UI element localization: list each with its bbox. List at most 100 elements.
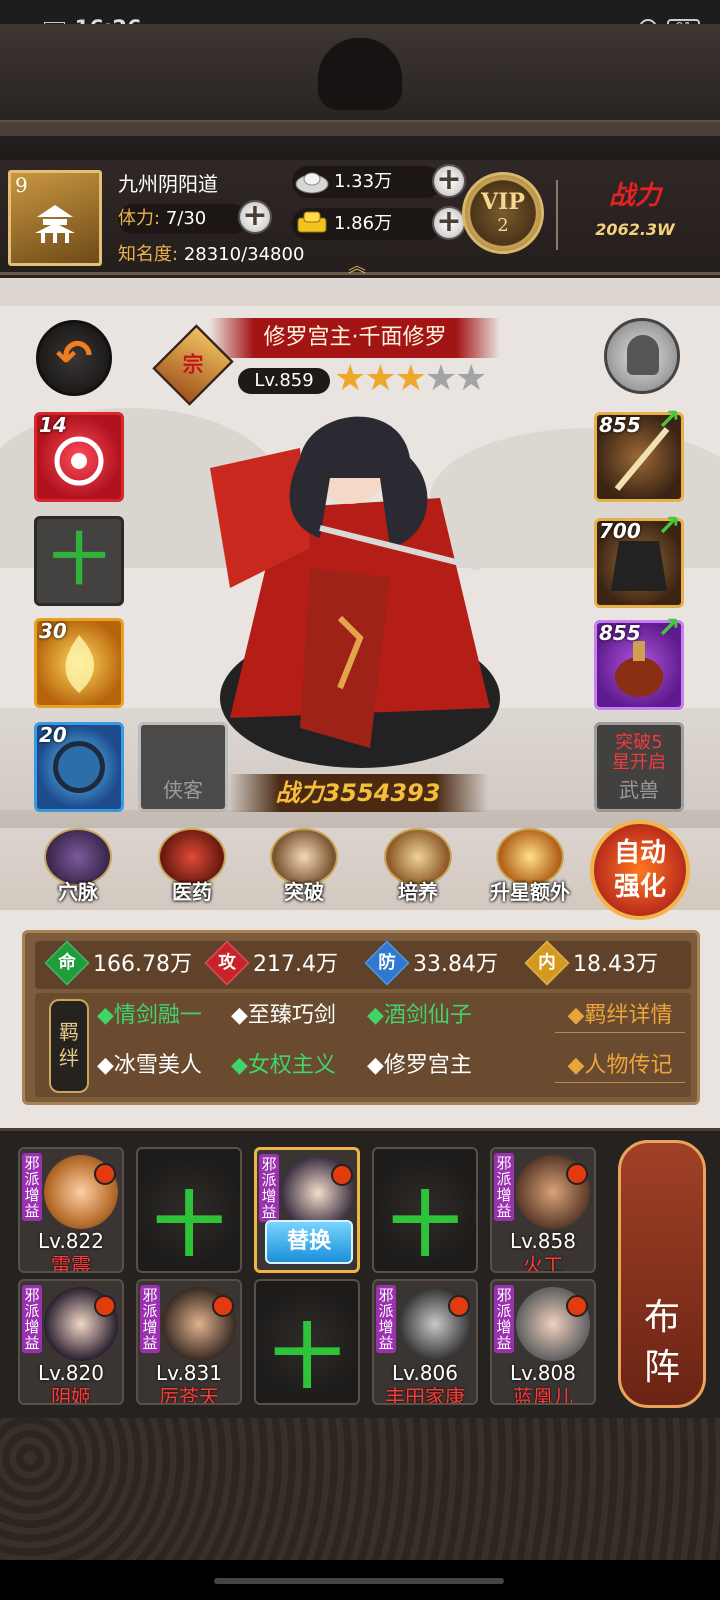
armor-slot[interactable]: 700 ↗ xyxy=(594,509,684,608)
add-icon: 十 xyxy=(51,528,107,593)
skill-slot[interactable]: 30 xyxy=(34,618,124,708)
member-name: 丰田家康 xyxy=(385,1385,465,1405)
stamina-value: 7/30 xyxy=(165,208,207,229)
faction-badge: 邪派增益 xyxy=(259,1154,279,1222)
slot-level: 700 xyxy=(599,519,641,543)
home-indicator[interactable] xyxy=(214,1578,504,1584)
treasure-slot[interactable]: 855 ↗ xyxy=(594,611,684,710)
slot-level: 30 xyxy=(39,619,67,643)
skill-slot[interactable]: 14 xyxy=(34,412,124,502)
bond-item: ◆至臻巧剑 xyxy=(231,1003,336,1028)
hp-value: 166.78万 xyxy=(93,952,192,977)
inner-power-icon: 内 xyxy=(524,940,570,986)
beast-label: 武兽 xyxy=(619,778,659,802)
bond-item: ◆情剑融一 xyxy=(97,1003,202,1028)
add-stamina-button[interactable]: + xyxy=(238,200,272,234)
sword-icon xyxy=(53,741,105,793)
formation-button[interactable]: 布阵 xyxy=(618,1140,706,1408)
hero-power: 战力3554393 xyxy=(228,774,488,812)
companion-label: 侠客 xyxy=(163,778,203,802)
swap-button[interactable]: 替换 xyxy=(265,1220,353,1264)
hero-portrait xyxy=(210,416,500,768)
back-icon[interactable]: ↶ xyxy=(36,320,112,396)
stamina-label: 体力: xyxy=(118,208,161,229)
member-name: 蓝凰儿 xyxy=(513,1385,573,1405)
fame-value: 28310/34800 xyxy=(183,244,305,265)
beast-slot[interactable]: 突破5 星开启 武兽 xyxy=(594,722,684,812)
element-badge-icon xyxy=(94,1163,116,1185)
roof-ornament xyxy=(318,38,402,110)
bond-section: 羁绊 ◆情剑融一 ◆至臻巧剑 ◆酒剑仙子 ◆冰雪美人 ◆女权主义 ◆修罗宫主 ◆… xyxy=(35,993,691,1097)
faction-badge: 邪派增益 xyxy=(22,1285,42,1353)
player-avatar[interactable]: 9 xyxy=(8,170,102,266)
power-label: 战力 xyxy=(608,181,661,211)
bond-detail-link[interactable]: ◆羁绊详情 xyxy=(555,999,685,1033)
element-badge-icon xyxy=(331,1164,353,1186)
empty-team-slot[interactable]: 十 xyxy=(372,1147,478,1273)
roof-beam xyxy=(0,120,720,136)
faction-badge: 邪派增益 xyxy=(376,1285,396,1353)
chevron-up-icon[interactable]: ︽ xyxy=(348,252,366,278)
add-silver-button[interactable]: + xyxy=(432,164,466,198)
team-member-slot[interactable]: 邪派增益 Lv.806 丰田家康 xyxy=(372,1279,478,1405)
add-icon: 十 xyxy=(154,1184,224,1266)
defense-value: 33.84万 xyxy=(413,952,498,977)
stamina-bar: 体力: 7/30 xyxy=(118,204,248,234)
star-up-extra-button[interactable]: 升星额外 xyxy=(474,828,586,914)
gold-currency: 1.86万 xyxy=(292,208,442,240)
team-member-slot[interactable]: 邪派增益 Lv.822 雷震 xyxy=(18,1147,124,1273)
gold-amount: 1.86万 xyxy=(334,213,393,234)
sect-badge-text: 宗 xyxy=(182,353,204,377)
team-panel: 邪派增益 Lv.822 雷震 十 邪派增益 替换 十 邪派增益 Lv.858 火… xyxy=(0,1128,720,1418)
power-value: 2062.3W xyxy=(595,220,675,239)
biography-link[interactable]: ◆人物传记 xyxy=(555,1049,685,1083)
total-power: 战力 2062.3W xyxy=(560,175,710,255)
team-member-slot[interactable]: 邪派增益 Lv.858 火工 xyxy=(490,1147,596,1273)
armor-button[interactable] xyxy=(604,318,680,394)
element-badge-icon xyxy=(94,1295,116,1317)
team-member-slot[interactable]: 邪派增益 Lv.808 蓝凰儿 xyxy=(490,1279,596,1405)
bond-item: ◆酒剑仙子 xyxy=(367,1003,472,1028)
stats-row: 命 166.78万 攻 217.4万 防 33.84万 内 18.43万 xyxy=(35,940,691,989)
medicine-button[interactable]: 医药 xyxy=(144,828,240,914)
menu-label: 穴脉 xyxy=(58,880,98,904)
upgrade-arrow-icon: ↗ xyxy=(657,611,681,644)
team-member-slot[interactable]: 邪派增益 Lv.831 厉苍天 xyxy=(136,1279,242,1405)
add-icon: 十 xyxy=(390,1184,460,1266)
upgrade-arrow-icon: ↗ xyxy=(657,509,681,542)
meridian-button[interactable]: 穴脉 xyxy=(30,828,126,914)
member-name: 火工 xyxy=(523,1253,563,1273)
empty-team-slot[interactable]: 十 xyxy=(254,1279,360,1405)
team-member-slot-selected[interactable]: 邪派增益 替换 xyxy=(254,1147,360,1273)
auto-strengthen-button[interactable]: 自动 强化 xyxy=(590,820,690,920)
silver-ingot-icon xyxy=(295,172,329,194)
panel-strip xyxy=(0,278,720,306)
attack-icon: 攻 xyxy=(204,940,250,986)
bond-item: ◆冰雪美人 xyxy=(97,1053,202,1078)
vip-badge[interactable]: VIP 2 xyxy=(462,172,544,254)
skill-slot[interactable]: 20 xyxy=(34,722,124,812)
slot-level: 855 xyxy=(599,621,641,645)
add-gold-button[interactable]: + xyxy=(432,206,466,240)
player-level: 9 xyxy=(15,173,28,197)
weapon-slot[interactable]: 855 ↗ xyxy=(594,403,684,502)
train-button[interactable]: 培养 xyxy=(370,828,466,914)
bond-item: ◆女权主义 xyxy=(231,1053,336,1078)
bond-tag: 羁绊 xyxy=(49,999,89,1093)
add-icon: 十 xyxy=(272,1316,342,1398)
inner-power-value: 18.43万 xyxy=(573,952,658,977)
attribute-panel: 命 166.78万 攻 217.4万 防 33.84万 内 18.43万 羁绊 … xyxy=(22,930,700,1105)
empty-skill-slot[interactable]: 十 xyxy=(34,516,124,606)
silver-amount: 1.33万 xyxy=(334,171,393,192)
faction-badge: 邪派增益 xyxy=(494,1153,514,1221)
faction-badge: 邪派增益 xyxy=(22,1153,42,1221)
player-name: 九州阴阳道 xyxy=(118,172,218,196)
member-name: 雷震 xyxy=(51,1253,91,1273)
member-name: 阴姬 xyxy=(51,1385,91,1405)
breakthrough-button[interactable]: 突破 xyxy=(256,828,352,914)
team-member-slot[interactable]: 邪派增益 Lv.820 阴姬 xyxy=(18,1279,124,1405)
empty-team-slot[interactable]: 十 xyxy=(136,1147,242,1273)
beast-unlock-hint: 突破5 星开启 xyxy=(612,732,666,773)
menu-label: 医药 xyxy=(172,880,212,904)
element-badge-icon xyxy=(448,1295,470,1317)
